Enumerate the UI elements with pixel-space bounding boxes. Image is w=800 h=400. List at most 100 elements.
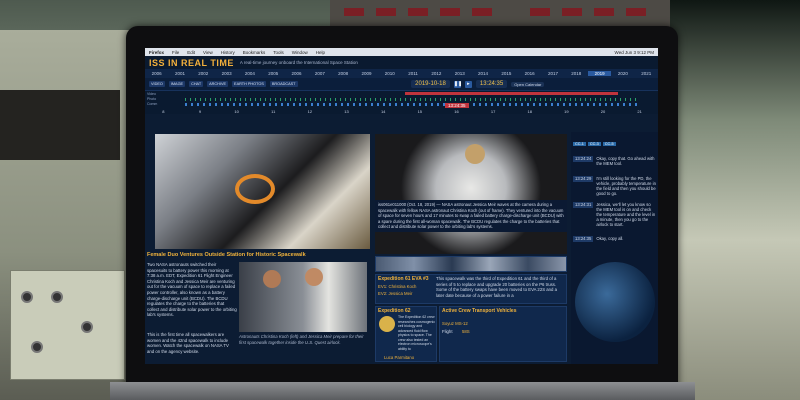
chat-message[interactable]: 13:24:29 I'm still looking for the PD, t… xyxy=(573,176,656,196)
menu-window[interactable]: Window xyxy=(292,50,308,55)
expedition-title: Expedition 62 xyxy=(378,308,411,314)
year-2005[interactable]: 2005 xyxy=(262,71,285,76)
channel-tag[interactable]: CC-1 xyxy=(573,142,586,146)
year-2010[interactable]: 2010 xyxy=(378,71,401,76)
year-2015[interactable]: 2015 xyxy=(495,71,518,76)
site-tagline: A real-time journey onboard the Internat… xyxy=(239,60,358,65)
day-8[interactable]: 8 xyxy=(145,109,182,114)
chat-message[interactable]: 13:24:35 Okay, copy all. xyxy=(573,236,656,242)
menu-tools[interactable]: Tools xyxy=(273,50,284,55)
menu-view[interactable]: View xyxy=(203,50,213,55)
menu-file[interactable]: File xyxy=(172,50,179,55)
menu-bookmarks[interactable]: Bookmarks xyxy=(243,50,266,55)
filter-image-button[interactable]: IMAGE xyxy=(168,81,186,87)
year-2018[interactable]: 2018 xyxy=(565,71,588,76)
day-21[interactable]: 21 xyxy=(621,109,658,114)
indicator-light xyxy=(562,8,582,16)
channel-tag[interactable]: CC-5 xyxy=(602,142,616,146)
filter-broadcast-button[interactable]: BROADCAST xyxy=(269,81,298,87)
eva-ev1: EV1: Christina Koch xyxy=(378,284,417,289)
day-15[interactable]: 15 xyxy=(401,109,438,114)
knob xyxy=(81,321,93,333)
year-2013[interactable]: 2013 xyxy=(448,71,471,76)
filter-video-button[interactable]: VIDEO xyxy=(149,81,165,87)
year-2021[interactable]: 2021 xyxy=(635,71,658,76)
earth-globe[interactable] xyxy=(575,262,655,342)
control-panel-strip xyxy=(330,0,670,28)
year-2003[interactable]: 2003 xyxy=(215,71,238,76)
time-display[interactable]: 13:24:35 xyxy=(475,80,508,88)
chat-message[interactable]: 13:24:24 Okay, copy that. Go ahead with … xyxy=(573,156,656,166)
chat-time: 13:24:35 xyxy=(573,236,594,242)
year-2007[interactable]: 2007 xyxy=(308,71,331,76)
year-2006[interactable]: 2006 xyxy=(145,71,168,76)
day-14[interactable]: 14 xyxy=(365,109,402,114)
year-2011[interactable]: 2011 xyxy=(401,71,424,76)
photo-track[interactable] xyxy=(185,98,638,101)
year-2012[interactable]: 2012 xyxy=(425,71,448,76)
year-2017[interactable]: 2017 xyxy=(541,71,564,76)
day-18[interactable]: 18 xyxy=(511,109,548,114)
menu-history[interactable]: History xyxy=(221,50,235,55)
chat-text: Jessica, we'll let you know so the MEM t… xyxy=(596,202,656,227)
video-track[interactable] xyxy=(405,92,618,95)
laptop-screen: Firefox File Edit View History Bookmarks… xyxy=(145,48,658,364)
site-header: ISS IN REAL TIME A real-time journey onb… xyxy=(145,56,658,69)
toolbar: VIDEO IMAGE CHAT ARCHIVE EARTH PHOTOS BR… xyxy=(145,78,658,90)
timeline[interactable]: Video Photo Comm 13:24:35 8 9 10 11 12 13 14 15… xyxy=(145,90,658,114)
site-logo[interactable]: ISS IN REAL TIME xyxy=(149,58,234,68)
observation-window xyxy=(0,90,120,160)
indicator-light xyxy=(530,8,550,16)
menu-help[interactable]: Help xyxy=(316,50,325,55)
day-13[interactable]: 13 xyxy=(328,109,365,114)
article-title[interactable]: Female Duo Ventures Outside Station for … xyxy=(147,252,362,258)
year-2014[interactable]: 2014 xyxy=(471,71,494,76)
comm-track[interactable] xyxy=(185,103,638,106)
year-2001[interactable]: 2001 xyxy=(168,71,191,76)
day-10[interactable]: 10 xyxy=(218,109,255,114)
timeline-cursor[interactable]: 13:24:35 xyxy=(445,103,469,108)
spacewalk-photo[interactable] xyxy=(155,134,370,249)
day-11[interactable]: 11 xyxy=(255,109,292,114)
vehicle-name: Soyuz MS-12 xyxy=(442,321,468,326)
day-17[interactable]: 17 xyxy=(475,109,512,114)
day-9[interactable]: 9 xyxy=(182,109,219,114)
indicator-light xyxy=(626,8,646,16)
menu-app[interactable]: Firefox xyxy=(149,50,164,55)
vehicles-card[interactable]: Active Crew Transport Vehicles Soyuz MS-… xyxy=(439,306,567,362)
channel-tag[interactable]: CC-3 xyxy=(587,142,601,146)
eva-title: Expedition 61 EVA #3 xyxy=(378,276,429,282)
featured-photo[interactable] xyxy=(375,134,567,254)
chat-message[interactable]: 13:24:31 Jessica, we'll let you know so … xyxy=(573,202,656,227)
open-calendar-button[interactable]: Open Calendar xyxy=(511,81,545,87)
year-2002[interactable]: 2002 xyxy=(192,71,215,76)
indicator-light xyxy=(408,8,428,16)
astronauts-photo[interactable] xyxy=(239,262,367,332)
date-display[interactable]: 2019-10-18 xyxy=(411,80,450,88)
day-19[interactable]: 19 xyxy=(548,109,585,114)
year-2009[interactable]: 2009 xyxy=(355,71,378,76)
chat-time: 13:24:31 xyxy=(573,202,594,208)
year-2006[interactable]: 2006 xyxy=(285,71,308,76)
year-2008[interactable]: 2008 xyxy=(332,71,355,76)
thumbnail-strip[interactable] xyxy=(375,256,567,272)
indicator-light xyxy=(440,8,460,16)
filter-earth-photos-button[interactable]: EARTH PHOTOS xyxy=(232,81,266,87)
day-20[interactable]: 20 xyxy=(585,109,622,114)
year-2020[interactable]: 2020 xyxy=(611,71,634,76)
year-2004[interactable]: 2004 xyxy=(238,71,261,76)
year-2016[interactable]: 2016 xyxy=(518,71,541,76)
play-pause-button[interactable]: ❚❚ xyxy=(453,80,462,88)
expedition-patch-icon xyxy=(379,316,395,332)
day-12[interactable]: 12 xyxy=(292,109,329,114)
article-body-2: This is the first time all spacewalkers … xyxy=(147,332,229,354)
menu-edit[interactable]: Edit xyxy=(187,50,195,55)
step-forward-button[interactable]: ▸ xyxy=(464,80,472,88)
day-16[interactable]: 16 xyxy=(438,109,475,114)
chat-time: 13:24:29 xyxy=(573,176,594,182)
expedition-card[interactable]: Expedition 62 The Expedition 62 crew res… xyxy=(375,306,437,362)
year-2019[interactable]: 2019 xyxy=(587,71,612,76)
filter-archive-button[interactable]: ARCHIVE xyxy=(207,81,229,87)
filter-chat-button[interactable]: CHAT xyxy=(189,81,204,87)
eva-card[interactable]: Expedition 61 EVA #3 EV1: Christina Koch… xyxy=(375,274,567,304)
